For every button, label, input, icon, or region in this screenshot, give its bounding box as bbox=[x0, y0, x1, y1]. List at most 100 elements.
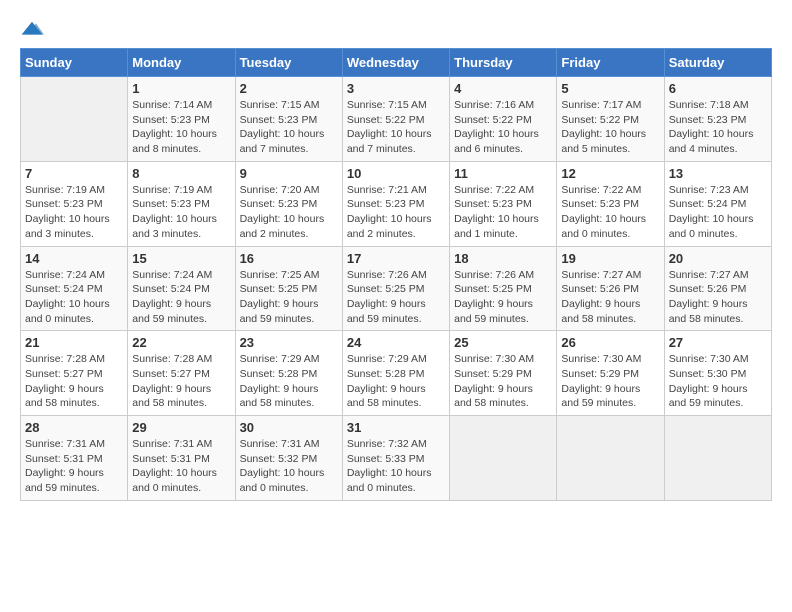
calendar-body: 1 Sunrise: 7:14 AMSunset: 5:23 PMDaylight… bbox=[21, 77, 772, 501]
week-row-2: 7 Sunrise: 7:19 AMSunset: 5:23 PMDaylight… bbox=[21, 161, 772, 246]
calendar-cell: 20 Sunrise: 7:27 AMSunset: 5:26 PMDayligh… bbox=[664, 246, 771, 331]
header-cell-sunday: Sunday bbox=[21, 49, 128, 77]
day-number: 23 bbox=[240, 335, 338, 350]
day-info: Sunrise: 7:15 AMSunset: 5:22 PMDaylight:… bbox=[347, 98, 445, 157]
day-info: Sunrise: 7:23 AMSunset: 5:24 PMDaylight:… bbox=[669, 183, 767, 242]
calendar-cell: 4Sunrise: 7:16 AMSunset: 5:22 PMDaylight… bbox=[450, 77, 557, 162]
header-cell-thursday: Thursday bbox=[450, 49, 557, 77]
day-info: Sunrise: 7:22 AMSunset: 5:23 PMDaylight:… bbox=[561, 183, 659, 242]
day-number: 13 bbox=[669, 166, 767, 181]
calendar-cell: 27 Sunrise: 7:30 AMSunset: 5:30 PMDayligh… bbox=[664, 331, 771, 416]
day-info: Sunrise: 7:21 AMSunset: 5:23 PMDaylight:… bbox=[347, 183, 445, 242]
day-info: Sunrise: 7:24 AMSunset: 5:24 PMDaylight:… bbox=[25, 268, 123, 327]
day-info: Sunrise: 7:27 AMSunset: 5:26 PMDaylight:… bbox=[561, 268, 659, 327]
day-info: Sunrise: 7:17 AMSunset: 5:22 PMDaylight:… bbox=[561, 98, 659, 157]
day-number: 12 bbox=[561, 166, 659, 181]
day-info: Sunrise: 7:20 AMSunset: 5:23 PMDaylight:… bbox=[240, 183, 338, 242]
day-number: 20 bbox=[669, 251, 767, 266]
day-info: Sunrise: 7:24 AMSunset: 5:24 PMDaylight:… bbox=[132, 268, 230, 327]
day-number: 2 bbox=[240, 81, 338, 96]
page-header bbox=[20, 20, 772, 38]
day-info: Sunrise: 7:14 AMSunset: 5:23 PMDaylight:… bbox=[132, 98, 230, 157]
day-number: 21 bbox=[25, 335, 123, 350]
calendar-cell: 7 Sunrise: 7:19 AMSunset: 5:23 PMDaylight… bbox=[21, 161, 128, 246]
day-number: 8 bbox=[132, 166, 230, 181]
day-info: Sunrise: 7:18 AMSunset: 5:23 PMDaylight:… bbox=[669, 98, 767, 157]
header-cell-tuesday: Tuesday bbox=[235, 49, 342, 77]
day-info: Sunrise: 7:25 AMSunset: 5:25 PMDaylight:… bbox=[240, 268, 338, 327]
day-number: 29 bbox=[132, 420, 230, 435]
day-info: Sunrise: 7:31 AMSunset: 5:31 PMDaylight:… bbox=[132, 437, 230, 496]
week-row-3: 14 Sunrise: 7:24 AMSunset: 5:24 PMDayligh… bbox=[21, 246, 772, 331]
day-info: Sunrise: 7:29 AMSunset: 5:28 PMDaylight:… bbox=[347, 352, 445, 411]
calendar-cell: 31 Sunrise: 7:32 AMSunset: 5:33 PMDayligh… bbox=[342, 416, 449, 501]
header-cell-monday: Monday bbox=[128, 49, 235, 77]
header-cell-wednesday: Wednesday bbox=[342, 49, 449, 77]
day-info: Sunrise: 7:29 AMSunset: 5:28 PMDaylight:… bbox=[240, 352, 338, 411]
calendar-cell: 1 Sunrise: 7:14 AMSunset: 5:23 PMDaylight… bbox=[128, 77, 235, 162]
day-info: Sunrise: 7:28 AMSunset: 5:27 PMDaylight:… bbox=[132, 352, 230, 411]
calendar-cell: 2 Sunrise: 7:15 AMSunset: 5:23 PMDaylight… bbox=[235, 77, 342, 162]
calendar-cell bbox=[664, 416, 771, 501]
day-number: 22 bbox=[132, 335, 230, 350]
day-info: Sunrise: 7:26 AMSunset: 5:25 PMDaylight:… bbox=[347, 268, 445, 327]
day-number: 7 bbox=[25, 166, 123, 181]
day-number: 31 bbox=[347, 420, 445, 435]
day-number: 14 bbox=[25, 251, 123, 266]
day-info: Sunrise: 7:30 AMSunset: 5:30 PMDaylight:… bbox=[669, 352, 767, 411]
day-number: 18 bbox=[454, 251, 552, 266]
calendar-cell: 24 Sunrise: 7:29 AMSunset: 5:28 PMDayligh… bbox=[342, 331, 449, 416]
day-number: 11 bbox=[454, 166, 552, 181]
day-number: 24 bbox=[347, 335, 445, 350]
day-info: Sunrise: 7:27 AMSunset: 5:26 PMDaylight:… bbox=[669, 268, 767, 327]
calendar-cell: 14 Sunrise: 7:24 AMSunset: 5:24 PMDayligh… bbox=[21, 246, 128, 331]
day-info: Sunrise: 7:22 AMSunset: 5:23 PMDaylight:… bbox=[454, 183, 552, 242]
day-info: Sunrise: 7:19 AMSunset: 5:23 PMDaylight:… bbox=[25, 183, 123, 242]
calendar-cell: 25Sunrise: 7:30 AMSunset: 5:29 PMDayligh… bbox=[450, 331, 557, 416]
day-info: Sunrise: 7:28 AMSunset: 5:27 PMDaylight:… bbox=[25, 352, 123, 411]
calendar-cell: 13 Sunrise: 7:23 AMSunset: 5:24 PMDayligh… bbox=[664, 161, 771, 246]
day-number: 25 bbox=[454, 335, 552, 350]
calendar-cell: 19Sunrise: 7:27 AMSunset: 5:26 PMDayligh… bbox=[557, 246, 664, 331]
logo bbox=[20, 20, 48, 38]
day-info: Sunrise: 7:32 AMSunset: 5:33 PMDaylight:… bbox=[347, 437, 445, 496]
header-cell-saturday: Saturday bbox=[664, 49, 771, 77]
calendar-cell: 3 Sunrise: 7:15 AMSunset: 5:22 PMDaylight… bbox=[342, 77, 449, 162]
day-info: Sunrise: 7:26 AMSunset: 5:25 PMDaylight:… bbox=[454, 268, 552, 327]
day-info: Sunrise: 7:31 AMSunset: 5:32 PMDaylight:… bbox=[240, 437, 338, 496]
day-number: 6 bbox=[669, 81, 767, 96]
calendar-cell: 30Sunrise: 7:31 AMSunset: 5:32 PMDayligh… bbox=[235, 416, 342, 501]
calendar-cell: 6 Sunrise: 7:18 AMSunset: 5:23 PMDaylight… bbox=[664, 77, 771, 162]
day-info: Sunrise: 7:31 AMSunset: 5:31 PMDaylight:… bbox=[25, 437, 123, 496]
calendar-cell: 29 Sunrise: 7:31 AMSunset: 5:31 PMDayligh… bbox=[128, 416, 235, 501]
calendar-cell bbox=[450, 416, 557, 501]
calendar-cell: 17Sunrise: 7:26 AMSunset: 5:25 PMDayligh… bbox=[342, 246, 449, 331]
day-number: 28 bbox=[25, 420, 123, 435]
calendar-cell: 18 Sunrise: 7:26 AMSunset: 5:25 PMDayligh… bbox=[450, 246, 557, 331]
calendar-cell: 8 Sunrise: 7:19 AMSunset: 5:23 PMDaylight… bbox=[128, 161, 235, 246]
calendar-table: SundayMondayTuesdayWednesdayThursdayFrid… bbox=[20, 48, 772, 501]
calendar-cell: 9Sunrise: 7:20 AMSunset: 5:23 PMDaylight… bbox=[235, 161, 342, 246]
day-number: 5 bbox=[561, 81, 659, 96]
calendar-cell bbox=[557, 416, 664, 501]
calendar-cell: 23 Sunrise: 7:29 AMSunset: 5:28 PMDayligh… bbox=[235, 331, 342, 416]
calendar-cell: 26Sunrise: 7:30 AMSunset: 5:29 PMDayligh… bbox=[557, 331, 664, 416]
day-number: 27 bbox=[669, 335, 767, 350]
calendar-cell: 5 Sunrise: 7:17 AMSunset: 5:22 PMDaylight… bbox=[557, 77, 664, 162]
day-info: Sunrise: 7:30 AMSunset: 5:29 PMDaylight:… bbox=[561, 352, 659, 411]
week-row-5: 28 Sunrise: 7:31 AMSunset: 5:31 PMDayligh… bbox=[21, 416, 772, 501]
day-number: 3 bbox=[347, 81, 445, 96]
day-number: 1 bbox=[132, 81, 230, 96]
day-number: 4 bbox=[454, 81, 552, 96]
calendar-header: SundayMondayTuesdayWednesdayThursdayFrid… bbox=[21, 49, 772, 77]
day-number: 15 bbox=[132, 251, 230, 266]
day-info: Sunrise: 7:19 AMSunset: 5:23 PMDaylight:… bbox=[132, 183, 230, 242]
header-row: SundayMondayTuesdayWednesdayThursdayFrid… bbox=[21, 49, 772, 77]
week-row-4: 21 Sunrise: 7:28 AMSunset: 5:27 PMDayligh… bbox=[21, 331, 772, 416]
day-info: Sunrise: 7:15 AMSunset: 5:23 PMDaylight:… bbox=[240, 98, 338, 157]
logo-icon bbox=[20, 20, 44, 38]
calendar-cell: 28 Sunrise: 7:31 AMSunset: 5:31 PMDayligh… bbox=[21, 416, 128, 501]
calendar-cell: 21 Sunrise: 7:28 AMSunset: 5:27 PMDayligh… bbox=[21, 331, 128, 416]
day-number: 16 bbox=[240, 251, 338, 266]
calendar-cell: 15 Sunrise: 7:24 AMSunset: 5:24 PMDayligh… bbox=[128, 246, 235, 331]
